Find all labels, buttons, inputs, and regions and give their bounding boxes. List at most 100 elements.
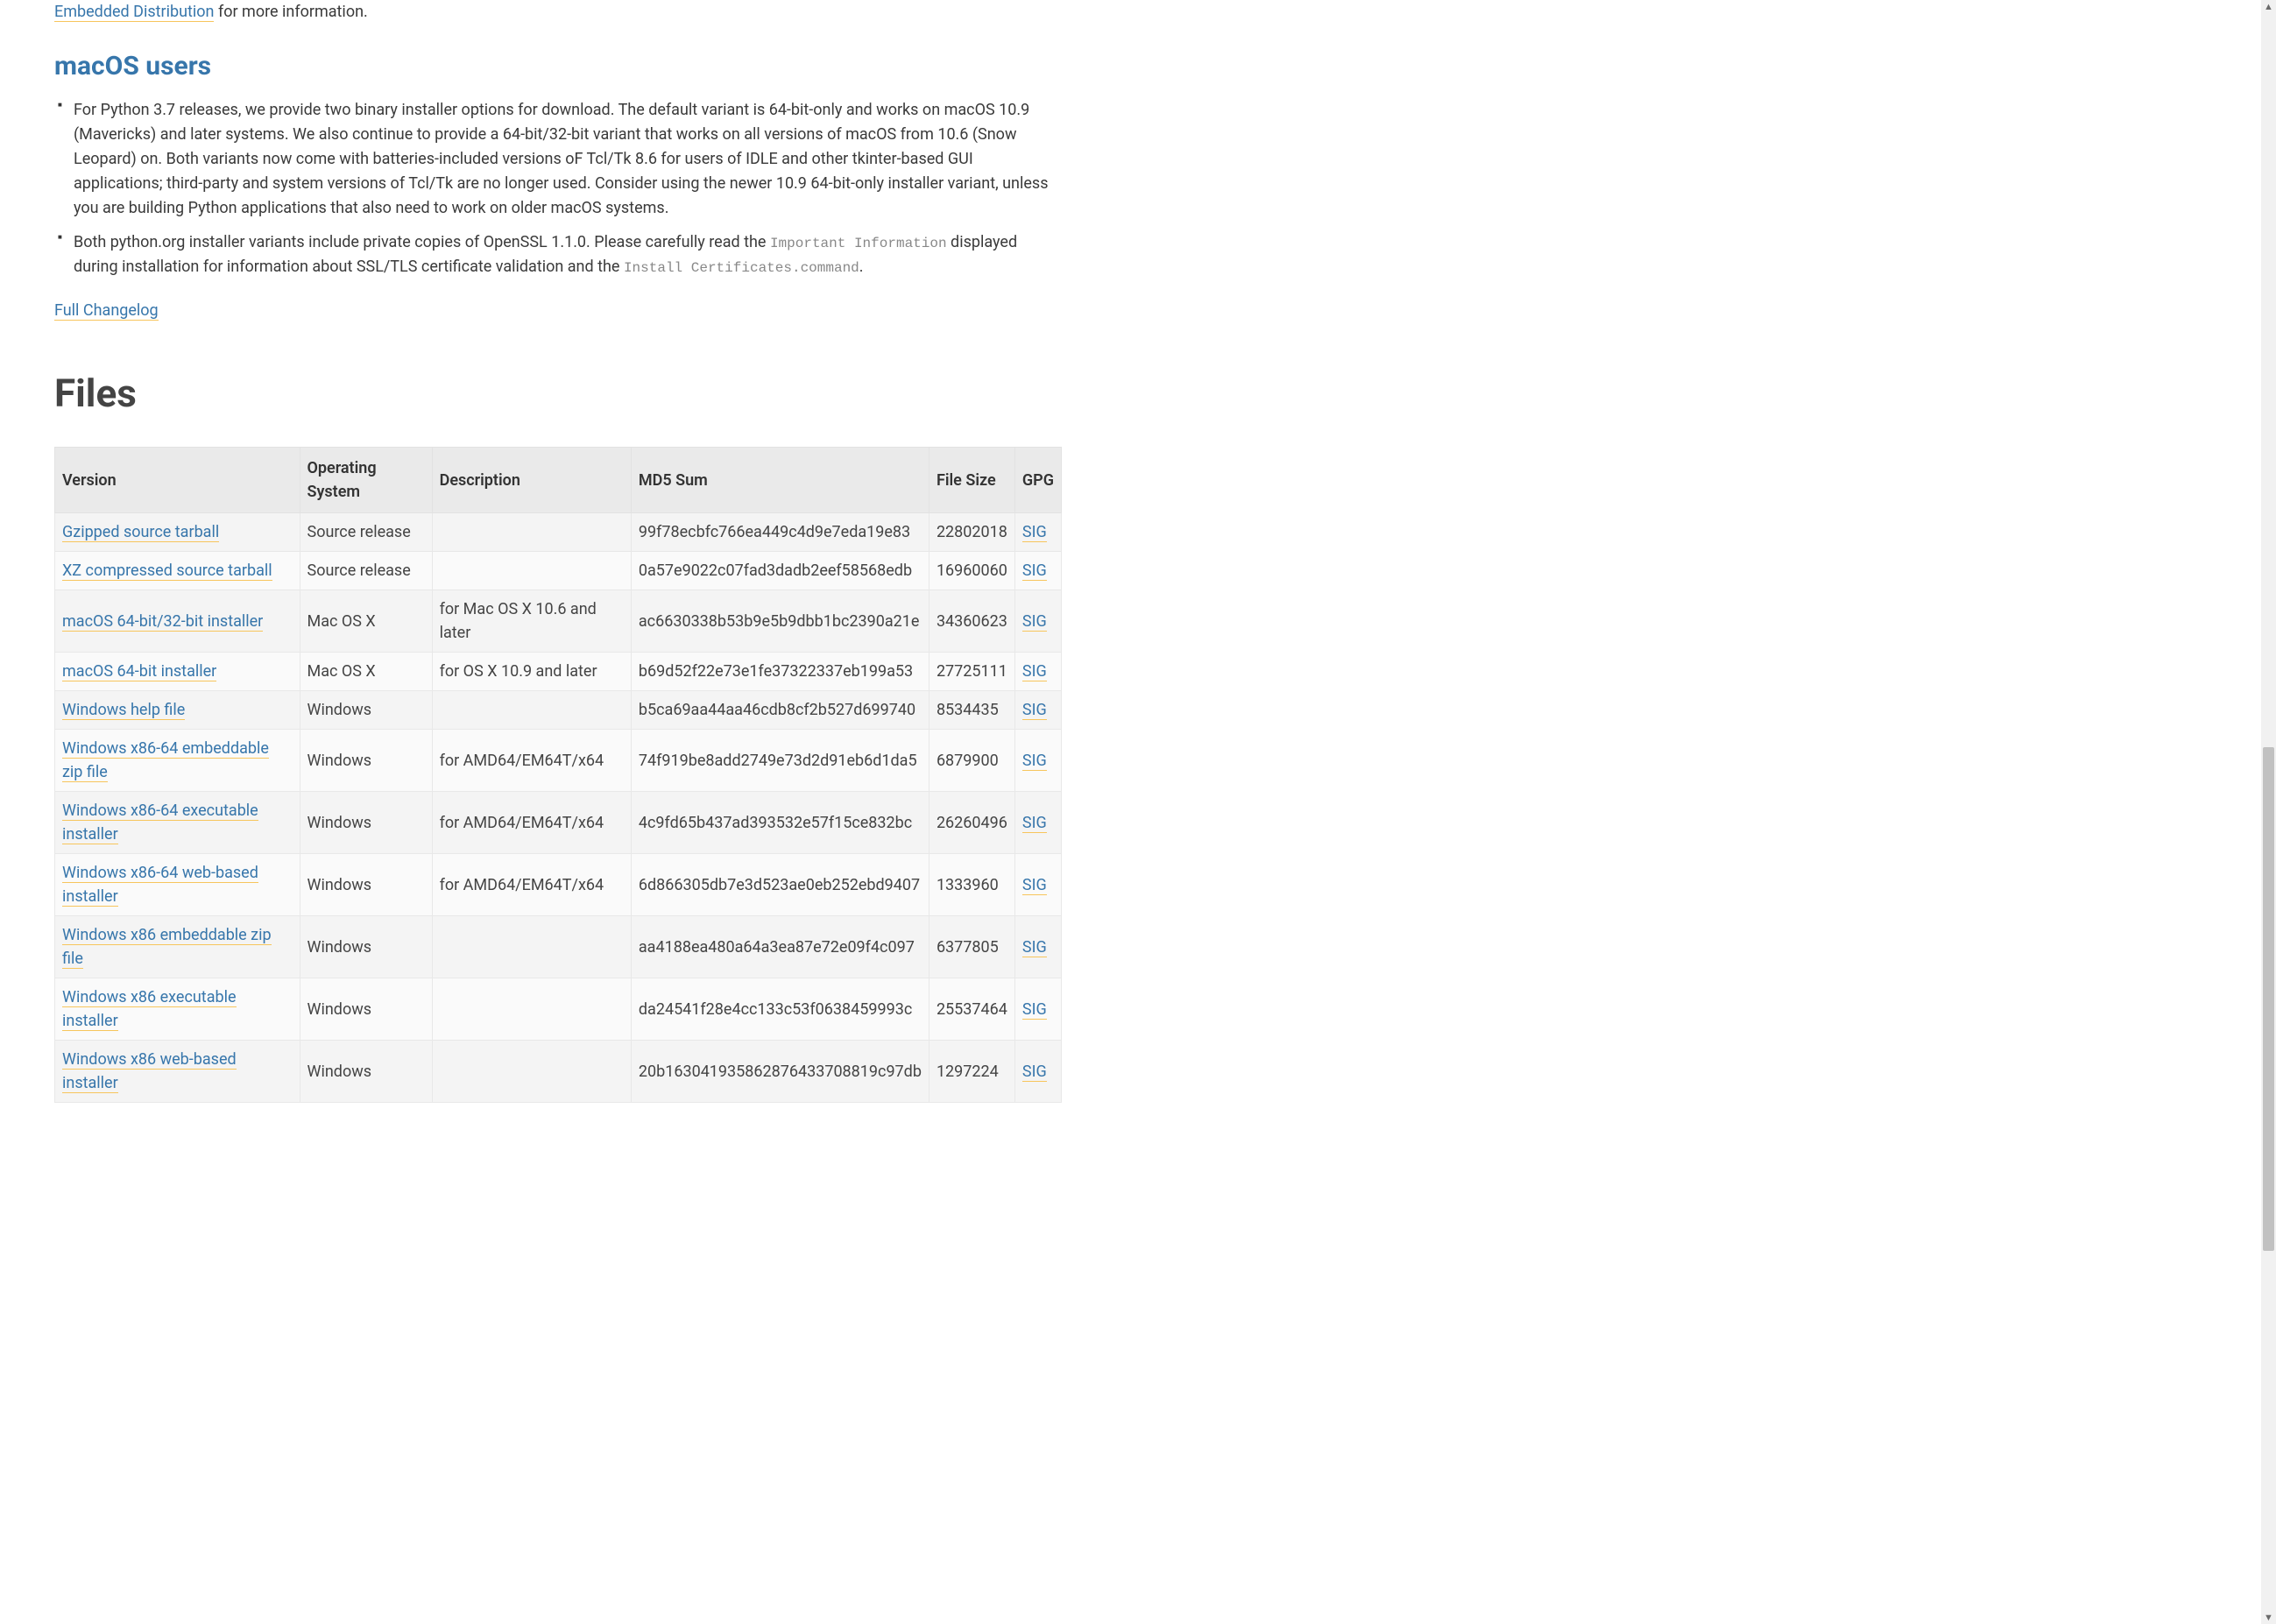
file-md5: b69d52f22e73e1fe37322337eb199a53 xyxy=(631,653,929,691)
bullet2-after: . xyxy=(859,258,864,276)
file-desc xyxy=(432,1041,631,1103)
col-os: Operating System xyxy=(300,448,432,513)
macos-bullet-1: For Python 3.7 releases, we provide two … xyxy=(74,98,1062,220)
table-row: macOS 64-bit/32-bit installer Mac OS Xfor… xyxy=(55,590,1062,653)
file-sig-link[interactable]: SIG xyxy=(1022,1063,1047,1082)
file-version-link[interactable]: macOS 64-bit/32-bit installer xyxy=(62,612,263,632)
file-size: 22802018 xyxy=(929,513,1014,552)
file-os: Source release xyxy=(300,513,432,552)
col-version: Version xyxy=(55,448,300,513)
file-os: Source release xyxy=(300,552,432,590)
files-heading: Files xyxy=(54,364,1062,422)
file-os: Windows xyxy=(300,792,432,854)
table-row: Windows x86-64 embeddable zip file Window… xyxy=(55,730,1062,792)
file-sig-link[interactable]: SIG xyxy=(1022,1000,1047,1020)
file-size: 1297224 xyxy=(929,1041,1014,1103)
table-row: Windows x86-64 executable installer Windo… xyxy=(55,792,1062,854)
file-version-link[interactable]: Windows x86-64 web-based installer xyxy=(62,864,258,907)
file-desc: for OS X 10.9 and later xyxy=(432,653,631,691)
file-desc: for AMD64/EM64T/x64 xyxy=(432,792,631,854)
file-sig-link[interactable]: SIG xyxy=(1022,523,1047,542)
table-row: Windows x86 executable installer Windows d… xyxy=(55,978,1062,1041)
table-row: Windows x86 embeddable zip file Windows aa… xyxy=(55,916,1062,978)
file-version-link[interactable]: Windows x86 web-based installer xyxy=(62,1050,237,1093)
full-changelog-link[interactable]: Full Changelog xyxy=(54,301,159,321)
file-md5: 99f78ecbfc766ea449c4d9e7eda19e83 xyxy=(631,513,929,552)
file-version-link[interactable]: Windows help file xyxy=(62,701,185,720)
file-desc xyxy=(432,691,631,730)
file-md5: aa4188ea480a64a3ea87e72e09f4c097 xyxy=(631,916,929,978)
file-size: 8534435 xyxy=(929,691,1014,730)
file-size: 16960060 xyxy=(929,552,1014,590)
file-desc xyxy=(432,552,631,590)
table-row: Windows x86-64 web-based installer Window… xyxy=(55,854,1062,916)
file-md5: b5ca69aa44aa46cdb8cf2b527d699740 xyxy=(631,691,929,730)
scrollbar[interactable]: ▲ ▼ xyxy=(2261,0,2276,1624)
table-row: Gzipped source tarball Source release 99f7… xyxy=(55,513,1062,552)
file-size: 6377805 xyxy=(929,916,1014,978)
file-sig-link[interactable]: SIG xyxy=(1022,662,1047,681)
file-desc xyxy=(432,978,631,1041)
file-sig-link[interactable]: SIG xyxy=(1022,752,1047,771)
file-desc xyxy=(432,513,631,552)
file-version-link[interactable]: Gzipped source tarball xyxy=(62,523,219,542)
file-version-link[interactable]: XZ compressed source tarball xyxy=(62,561,272,581)
file-size: 26260496 xyxy=(929,792,1014,854)
file-desc: for AMD64/EM64T/x64 xyxy=(432,854,631,916)
table-row: XZ compressed source tarball Source relea… xyxy=(55,552,1062,590)
file-os: Windows xyxy=(300,978,432,1041)
file-os: Windows xyxy=(300,730,432,792)
scroll-up-icon[interactable]: ▲ xyxy=(2263,1,2274,12)
file-os: Windows xyxy=(300,1041,432,1103)
file-size: 1333960 xyxy=(929,854,1014,916)
files-table: Version Operating System Description MD5… xyxy=(54,447,1062,1103)
install-certificates-code: Install Certificates.command xyxy=(624,260,859,276)
file-md5: 4c9fd65b437ad393532e57f15ce832bc xyxy=(631,792,929,854)
file-sig-link[interactable]: SIG xyxy=(1022,814,1047,833)
file-md5: 74f919be8add2749e73d2d91eb6d1da5 xyxy=(631,730,929,792)
table-row: Windows x86 web-based installer Windows 20… xyxy=(55,1041,1062,1103)
file-sig-link[interactable]: SIG xyxy=(1022,561,1047,581)
embedded-distribution-link[interactable]: Embedded Distribution xyxy=(54,3,214,22)
file-md5: da24541f28e4cc133c53f0638459993c xyxy=(631,978,929,1041)
changelog-wrapper: Full Changelog xyxy=(54,299,1062,322)
important-information-code: Important Information xyxy=(770,236,947,251)
file-sig-link[interactable]: SIG xyxy=(1022,701,1047,720)
file-os: Windows xyxy=(300,854,432,916)
file-os: Windows xyxy=(300,691,432,730)
table-row: Windows help file Windows b5ca69aa44aa46cd… xyxy=(55,691,1062,730)
file-os: Mac OS X xyxy=(300,590,432,653)
file-md5: ac6630338b53b9e5b9dbb1bc2390a21e xyxy=(631,590,929,653)
bullet2-before: Both python.org installer variants inclu… xyxy=(74,233,770,251)
macos-users-heading[interactable]: macOS users xyxy=(54,46,1062,86)
file-version-link[interactable]: Windows x86-64 embeddable zip file xyxy=(62,739,269,782)
file-md5: 6d866305db7e3d523ae0eb252ebd9407 xyxy=(631,854,929,916)
file-version-link[interactable]: Windows x86 embeddable zip file xyxy=(62,926,272,969)
file-size: 25537464 xyxy=(929,978,1014,1041)
file-version-link[interactable]: Windows x86-64 executable installer xyxy=(62,801,258,844)
file-desc: for AMD64/EM64T/x64 xyxy=(432,730,631,792)
file-md5: 20b163041935862876433708819c97db xyxy=(631,1041,929,1103)
scroll-thumb[interactable] xyxy=(2263,747,2274,1251)
file-sig-link[interactable]: SIG xyxy=(1022,938,1047,957)
file-md5: 0a57e9022c07fad3dadb2eef58568edb xyxy=(631,552,929,590)
file-desc xyxy=(432,916,631,978)
table-row: macOS 64-bit installer Mac OS Xfor OS X 1… xyxy=(55,653,1062,691)
col-size: File Size xyxy=(929,448,1014,513)
file-version-link[interactable]: macOS 64-bit installer xyxy=(62,662,216,681)
file-size: 6879900 xyxy=(929,730,1014,792)
file-desc: for Mac OS X 10.6 and later xyxy=(432,590,631,653)
file-sig-link[interactable]: SIG xyxy=(1022,612,1047,632)
file-os: Windows xyxy=(300,916,432,978)
col-md5: MD5 Sum xyxy=(631,448,929,513)
file-version-link[interactable]: Windows x86 executable installer xyxy=(62,988,237,1031)
files-table-header-row: Version Operating System Description MD5… xyxy=(55,448,1062,513)
file-sig-link[interactable]: SIG xyxy=(1022,876,1047,895)
col-desc: Description xyxy=(432,448,631,513)
macos-bullet-list: For Python 3.7 releases, we provide two … xyxy=(54,98,1062,279)
col-gpg: GPG xyxy=(1014,448,1061,513)
file-os: Mac OS X xyxy=(300,653,432,691)
macos-bullet-2: Both python.org installer variants inclu… xyxy=(74,230,1062,279)
scroll-down-icon[interactable]: ▼ xyxy=(2263,1612,2274,1623)
file-size: 34360623 xyxy=(929,590,1014,653)
